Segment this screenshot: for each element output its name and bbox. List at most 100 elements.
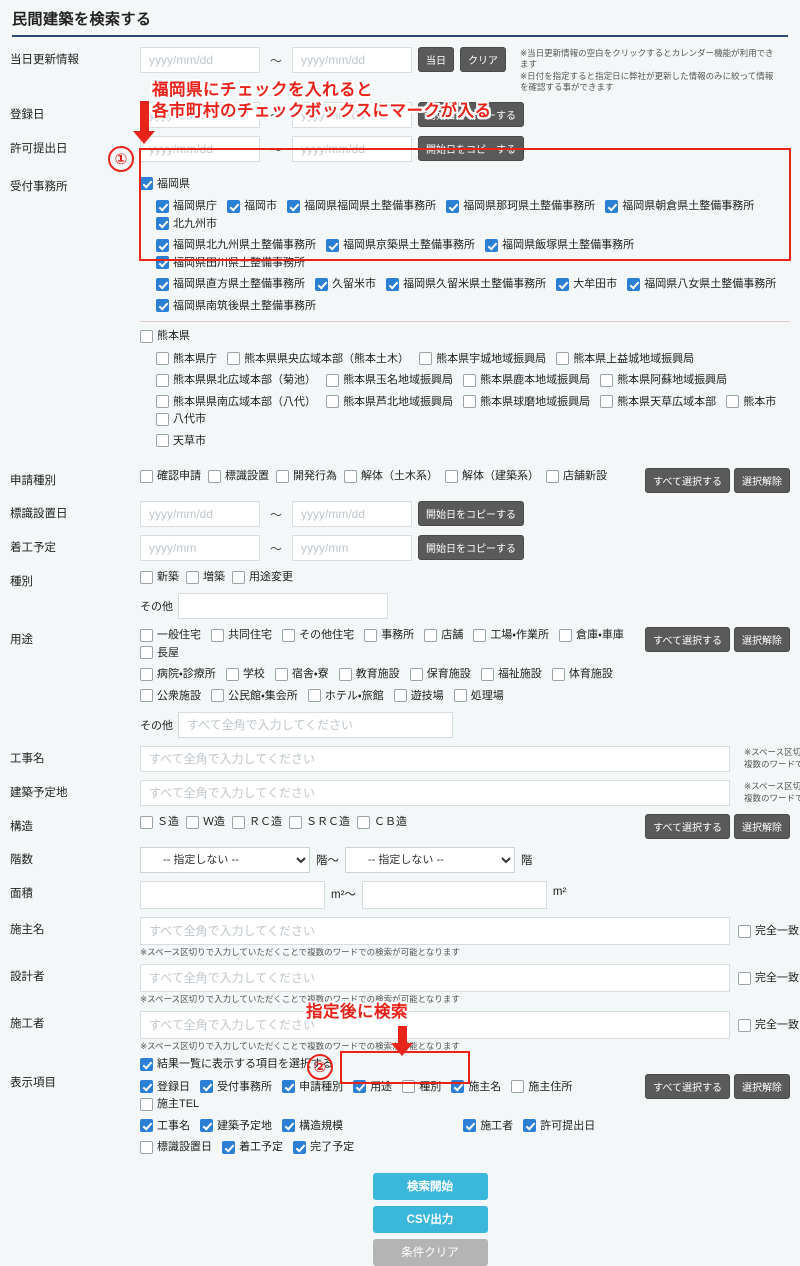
checkbox-display-item[interactable] <box>451 1080 465 1094</box>
usage-item[interactable]: 保育施設 <box>409 666 471 682</box>
designer-input[interactable] <box>140 964 730 993</box>
office-item[interactable]: 熊本県庁 <box>156 351 217 367</box>
registered-date-copy-button[interactable]: 開始日をコピーする <box>418 101 525 127</box>
checkbox-display-item[interactable] <box>282 1080 296 1094</box>
usage-item[interactable]: 倉庫・車庫 <box>559 627 624 643</box>
office-item[interactable]: 福岡県飯塚県土整備事務所 <box>485 237 634 253</box>
office-item[interactable]: 熊本県県北広域本部（菊池） <box>156 372 316 388</box>
office-item[interactable]: 熊本市 <box>726 394 776 410</box>
display-item[interactable]: 申請種別 <box>282 1079 343 1095</box>
checkbox-office[interactable] <box>605 199 619 213</box>
checkbox-office[interactable] <box>156 434 169 448</box>
office-item[interactable]: 福岡市 <box>227 198 277 214</box>
checkbox-usage[interactable] <box>225 667 239 681</box>
application-type-select-all-button[interactable]: すべて選択する <box>645 468 730 494</box>
usage-item[interactable]: 学校 <box>225 666 265 682</box>
checkbox-office[interactable] <box>156 238 169 252</box>
usage-item[interactable]: 体育施設 <box>551 666 613 682</box>
office-item[interactable]: 福岡県南筑後県土整備事務所 <box>156 298 316 314</box>
structure-item[interactable]: Ｗ造 <box>186 814 225 830</box>
structure-deselect-button[interactable]: 選択解除 <box>734 814 790 840</box>
office-item[interactable]: 福岡県久留米県土整備事務所 <box>386 276 546 292</box>
structure-item[interactable]: ＳＲＣ造 <box>289 814 350 830</box>
checkbox-office[interactable] <box>463 395 477 409</box>
office-item[interactable]: 大牟田市 <box>556 276 617 292</box>
display-item[interactable]: 用途 <box>353 1079 392 1095</box>
checkbox-display-item[interactable] <box>140 1119 153 1133</box>
checkbox-usage[interactable] <box>409 667 423 681</box>
display-items-select-all-button[interactable]: すべて選択する <box>645 1074 730 1100</box>
sign-date-copy-button[interactable]: 開始日をコピーする <box>418 501 525 527</box>
display-item[interactable]: 受付事務所 <box>200 1079 272 1095</box>
checkbox-office[interactable] <box>227 352 241 366</box>
usage-item[interactable]: 教育施設 <box>338 666 400 682</box>
office-item[interactable]: 熊本県上益城地域振興局 <box>556 351 694 367</box>
usage-item[interactable]: 処理場 <box>453 688 504 704</box>
checkbox-usage[interactable] <box>338 667 352 681</box>
office-item[interactable]: 福岡県那珂県土整備事務所 <box>446 198 595 214</box>
display-item[interactable]: 標識設置日 <box>140 1139 212 1155</box>
checkbox-builder-exact[interactable] <box>738 1018 751 1032</box>
start-plan-copy-button[interactable]: 開始日をコピーする <box>418 535 525 561</box>
checkbox-display-item[interactable] <box>511 1080 525 1094</box>
checkbox-application-type[interactable] <box>276 469 289 483</box>
category-other-input[interactable] <box>178 593 388 620</box>
search-button[interactable]: 検索開始 <box>372 1172 488 1200</box>
sign-date-to-input[interactable] <box>292 501 413 528</box>
application-type-item[interactable]: 店舗新設 <box>546 468 607 484</box>
checkbox-usage[interactable] <box>364 628 378 642</box>
checkbox-usage[interactable] <box>393 689 407 703</box>
checkbox-office[interactable] <box>227 199 241 213</box>
designer-exact-match[interactable]: 完全一致 <box>738 970 799 986</box>
checkbox-usage[interactable] <box>274 667 288 681</box>
checkbox-office[interactable] <box>446 199 460 213</box>
checkbox-kumamoto[interactable] <box>140 329 153 343</box>
usage-item[interactable]: 遊技場 <box>393 688 444 704</box>
checkbox-structure[interactable] <box>289 815 302 829</box>
usage-item[interactable]: ホテル・旅館 <box>307 688 384 704</box>
display-items-deselect-button[interactable]: 選択解除 <box>734 1074 790 1100</box>
checkbox-office[interactable] <box>326 373 340 387</box>
usage-item[interactable]: 宿舎・寮 <box>274 666 329 682</box>
display-items-master[interactable]: 結果一覧に表示する項目を選択する <box>140 1056 639 1074</box>
checkbox-usage[interactable] <box>559 628 573 642</box>
checkbox-office[interactable] <box>326 238 340 252</box>
checkbox-application-type[interactable] <box>344 469 357 483</box>
application-type-item[interactable]: 標識設置 <box>208 468 269 484</box>
office-item[interactable]: 熊本県芦北地域振興局 <box>326 394 453 410</box>
checkbox-display-item[interactable] <box>282 1119 296 1133</box>
today-button[interactable]: 当日 <box>418 47 455 72</box>
owner-input[interactable] <box>140 917 730 946</box>
usage-item[interactable]: 一般住宅 <box>140 627 201 643</box>
display-item[interactable]: 施主名 <box>451 1079 501 1095</box>
structure-item[interactable]: ＲＣ造 <box>232 814 282 830</box>
category-item[interactable]: 用途変更 <box>232 569 293 585</box>
checkbox-structure[interactable] <box>140 815 153 829</box>
checkbox-application-type[interactable] <box>140 469 153 483</box>
prefecture-checkbox-fukuoka[interactable]: 福岡県 <box>140 176 790 194</box>
checkbox-office[interactable] <box>156 373 169 387</box>
update-info-to-input[interactable] <box>292 47 413 73</box>
application-type-item[interactable]: 解体（土木系） <box>344 468 438 484</box>
usage-deselect-button[interactable]: 選択解除 <box>734 627 790 653</box>
checkbox-office[interactable] <box>419 352 433 366</box>
checkbox-office[interactable] <box>156 217 169 231</box>
checkbox-usage[interactable] <box>140 628 153 642</box>
office-item[interactable]: 熊本県玉名地域振興局 <box>326 372 453 388</box>
office-item[interactable]: 福岡県庁 <box>156 198 217 214</box>
checkbox-office[interactable] <box>485 238 499 252</box>
checkbox-display-item[interactable] <box>140 1140 153 1154</box>
display-item[interactable]: 着工予定 <box>222 1139 283 1155</box>
structure-item[interactable]: Ｓ造 <box>140 814 179 830</box>
checkbox-fukuoka[interactable] <box>140 177 153 191</box>
registered-date-from-input[interactable] <box>140 101 260 128</box>
checkbox-usage[interactable] <box>453 689 467 703</box>
checkbox-usage[interactable] <box>140 689 153 703</box>
checkbox-office[interactable] <box>600 395 614 409</box>
checkbox-display-item[interactable] <box>222 1140 236 1154</box>
usage-item[interactable]: 公衆施設 <box>140 688 201 704</box>
checkbox-application-type[interactable] <box>208 469 221 483</box>
checkbox-display-item[interactable] <box>523 1119 537 1133</box>
checkbox-office[interactable] <box>156 256 169 270</box>
builder-input[interactable] <box>140 1011 730 1040</box>
